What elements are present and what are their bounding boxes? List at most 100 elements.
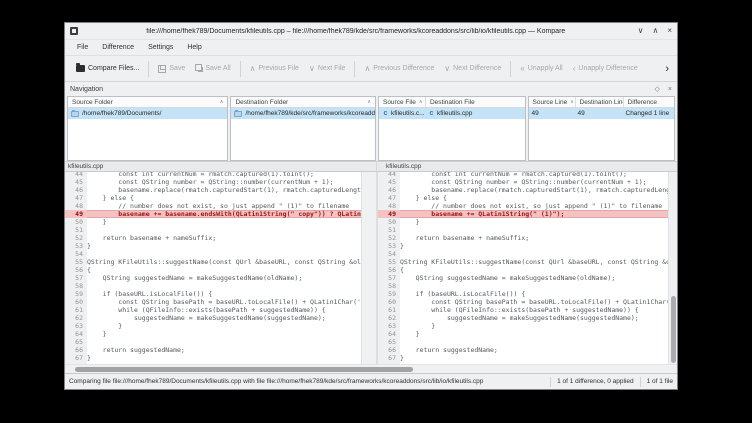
vertical-scrollbar-thumb[interactable] — [671, 296, 676, 363]
pane-splitter[interactable] — [361, 172, 377, 364]
destination-line-column-header[interactable]: Destination Line — [575, 97, 623, 107]
menu-item-settings[interactable]: Settings — [142, 42, 179, 53]
code-line: while (QFileInfo::exists(basePath + sugg… — [400, 306, 668, 314]
code-line — [400, 338, 668, 346]
folder-icon — [234, 111, 242, 117]
horizontal-scrollbar-thumb[interactable] — [75, 367, 413, 372]
source-folder-column-header[interactable]: Source Folder ∧ — [68, 97, 227, 107]
line-number: 48 — [378, 202, 400, 210]
kompare-app-icon — [70, 27, 78, 35]
close-button[interactable]: × — [667, 27, 672, 35]
toolbar-button-label: Previous File — [258, 65, 298, 72]
changed-code-line[interactable]: basename += basename.endsWith(QLatin1Str… — [87, 210, 361, 218]
line-number: 49 — [65, 210, 87, 218]
toolbar-button-label: Save — [169, 65, 185, 72]
list-empty-area — [529, 119, 675, 160]
dock-close-icon[interactable]: × — [668, 86, 672, 93]
source-file-name: kfileutils.c... — [391, 110, 425, 117]
menu-item-file[interactable]: File — [71, 42, 94, 53]
save-button: Save — [153, 62, 190, 76]
status-separator — [640, 377, 641, 387]
code-line — [87, 338, 361, 346]
code-line: basename.replace(rmatch.capturedStart(1)… — [87, 186, 361, 194]
line-number: 61 — [65, 306, 87, 314]
toolbar-button-label: Unapply Difference — [578, 65, 637, 72]
line-number: 56 — [65, 266, 87, 274]
code-line: const QString number = QString::number(c… — [400, 178, 668, 186]
cpp-file-icon — [382, 110, 389, 118]
toolbar-separator — [148, 61, 149, 77]
column-header-label: Destination Line — [580, 99, 623, 106]
line-number: 67 — [65, 354, 87, 362]
column-header-label: Source Line — [533, 99, 568, 106]
menu-item-difference[interactable]: Difference — [96, 42, 140, 53]
diff-pane-headers: kfileutils.cpp kfileutils.cpp — [65, 161, 677, 172]
line-number: 54 — [378, 250, 400, 258]
toolbar-button-label: Save All — [205, 65, 230, 72]
destination-file-column-header[interactable]: Destination File — [425, 97, 525, 107]
line-number: 63 — [65, 322, 87, 330]
menu-bar: File Difference Settings Help — [65, 40, 677, 55]
unapply-all-button: «Unapply All — [515, 62, 567, 76]
status-separator — [550, 377, 551, 387]
difference-column-header[interactable]: Difference — [623, 97, 675, 107]
line-number: 67 — [378, 354, 400, 362]
code-line — [87, 282, 361, 290]
code-line: QString KFileUtils::suggestName(const QU… — [87, 258, 361, 266]
toolbar-button-label: Previous Difference — [373, 65, 434, 72]
code-line: } — [87, 218, 361, 226]
code-line: } — [87, 322, 361, 330]
files-row[interactable]: kfileutils.c... kfileutils.cpp — [379, 108, 525, 119]
code-line: } — [400, 354, 668, 362]
source-file-column-header[interactable]: Source File ∧ — [379, 97, 425, 107]
line-number: 55 — [65, 258, 87, 266]
column-header-label: Destination Folder — [235, 99, 288, 106]
list-empty-area — [379, 119, 525, 160]
code-line: } — [400, 330, 668, 338]
horizontal-scrollbar[interactable] — [65, 364, 677, 373]
destination-folder-row[interactable]: /home/fhek789/kde/src/frameworks/kcoread… — [231, 108, 375, 119]
line-number: 65 — [65, 338, 87, 346]
files-panel: Source File ∧ Destination File kfileutil… — [378, 96, 526, 161]
next-difference-icon: ∨ — [444, 65, 450, 73]
left-line-number-gutter: 4445464748495051525354555657585960616263… — [65, 172, 87, 364]
right-code-pane[interactable]: const int currentNum = rmatch.captured(1… — [400, 172, 668, 364]
source-folder-row[interactable]: /home/fhek789/Documents/ — [68, 108, 227, 119]
title-bar[interactable]: file:///home/fhek789/Documents/kfileutil… — [65, 23, 677, 40]
column-header-label: Difference — [628, 99, 658, 106]
unapply-all-icon: « — [520, 65, 524, 73]
code-line — [87, 226, 361, 234]
toolbar-overflow-button[interactable]: › — [663, 63, 671, 75]
sort-ascending-icon: ∧ — [419, 99, 423, 105]
line-number: 47 — [378, 194, 400, 202]
kompare-window: file:///home/fhek789/Documents/kfileutil… — [64, 22, 678, 390]
dock-float-icon[interactable]: ◇ — [655, 85, 660, 93]
destination-folder-column-header[interactable]: Destination Folder ∧ — [231, 97, 375, 107]
line-number: 48 — [65, 202, 87, 210]
next-difference-button: ∨Next Difference — [439, 62, 506, 76]
line-number: 61 — [378, 306, 400, 314]
folder-icon — [71, 111, 79, 117]
destination-line-number: 49 — [578, 110, 585, 117]
vertical-scrollbar[interactable] — [668, 172, 677, 364]
difference-row[interactable]: 49 49 Changed 1 line — [529, 108, 675, 119]
minimize-button[interactable]: ∨ — [638, 27, 644, 35]
compare-files-icon — [76, 65, 85, 72]
code-line: } — [400, 242, 668, 250]
toolbar-button-label: Compare Files... — [88, 65, 139, 72]
left-code-pane[interactable]: const int currentNum = rmatch.captured(1… — [87, 172, 361, 364]
maximize-button[interactable]: ∧ — [652, 27, 658, 35]
line-number: 65 — [378, 338, 400, 346]
source-line-column-header[interactable]: Source Line ∧ — [529, 97, 575, 107]
menu-item-help[interactable]: Help — [181, 42, 207, 53]
line-number: 54 — [65, 250, 87, 258]
changed-code-line[interactable]: basename += QLatin1String(" (1)"); — [400, 210, 668, 218]
diff-view: 4445464748495051525354555657585960616263… — [65, 172, 677, 364]
code-line: } — [87, 242, 361, 250]
code-line: QString suggestedName = makeSuggestedNam… — [87, 274, 361, 282]
code-line: suggestedName = makeSuggestedName(sugges… — [400, 314, 668, 322]
code-line: } — [87, 330, 361, 338]
status-bar: Comparing file file:///home/fhek789/Docu… — [65, 373, 677, 389]
compare-files-button[interactable]: Compare Files... — [71, 62, 144, 75]
difference-summary: Changed 1 line — [626, 110, 670, 117]
